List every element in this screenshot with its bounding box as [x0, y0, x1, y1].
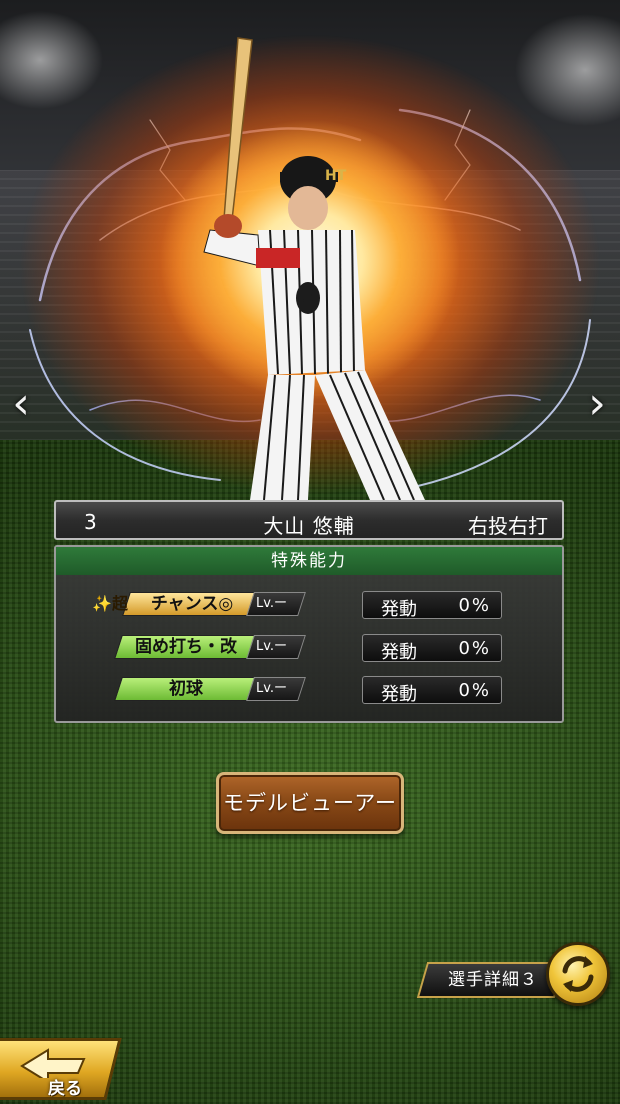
ability-row: 固め打ち・改 Lv.ー 発動 0% — [56, 634, 562, 665]
next-player-arrow-icon[interactable]: › — [582, 380, 612, 428]
ability-activation-box: 発動 0% — [362, 634, 502, 663]
ability-row: 初球 Lv.ー 発動 0% — [56, 676, 562, 707]
panel-title: 特殊能力 — [56, 547, 562, 575]
ability-row: ✨超 チャンス◎ Lv.ー 発動 0% — [56, 591, 562, 622]
player-name-bar: 3 大山 悠輔 右投右打 — [54, 500, 564, 540]
ability-level: Lv.ー — [256, 596, 288, 611]
activation-rate: 0% — [458, 638, 491, 659]
activation-label: 発動 — [381, 599, 417, 620]
ability-activation-box: 発動 0% — [362, 591, 502, 620]
model-viewer-button[interactable]: モデルビューアー — [216, 772, 404, 834]
special-abilities-panel: 特殊能力 ✨超 チャンス◎ Lv.ー 発動 0% 固め打ち・改 Lv.ー 発動 … — [54, 545, 564, 723]
svg-text:HT: HT — [325, 168, 347, 184]
swap-arrows-icon — [562, 956, 594, 992]
player-throws-bats: 右投右打 — [468, 514, 548, 538]
back-arrow-icon — [20, 1048, 86, 1078]
player-detail-button[interactable]: 選手詳細３ — [430, 962, 556, 998]
player-card-art: HT 3 — [0, 0, 620, 500]
ability-label: チャンス◎ — [150, 594, 234, 614]
ability-level: Lv.ー — [256, 681, 288, 696]
ability-level: Lv.ー — [256, 639, 288, 654]
activation-rate: 0% — [458, 595, 491, 616]
jersey-number: 3 — [302, 286, 315, 307]
swap-button[interactable] — [546, 942, 610, 1006]
ability-activation-box: 発動 0% — [362, 676, 502, 705]
activation-label: 発動 — [381, 684, 417, 705]
ability-label: 初球 — [169, 679, 203, 699]
activation-rate: 0% — [458, 680, 491, 701]
activation-label: 発動 — [381, 642, 417, 663]
back-label: 戻る — [48, 1079, 82, 1099]
player-illustration: HT 3 — [203, 37, 425, 500]
ability-label: 固め打ち・改 — [135, 637, 237, 657]
previous-player-arrow-icon[interactable]: ‹ — [6, 380, 36, 428]
